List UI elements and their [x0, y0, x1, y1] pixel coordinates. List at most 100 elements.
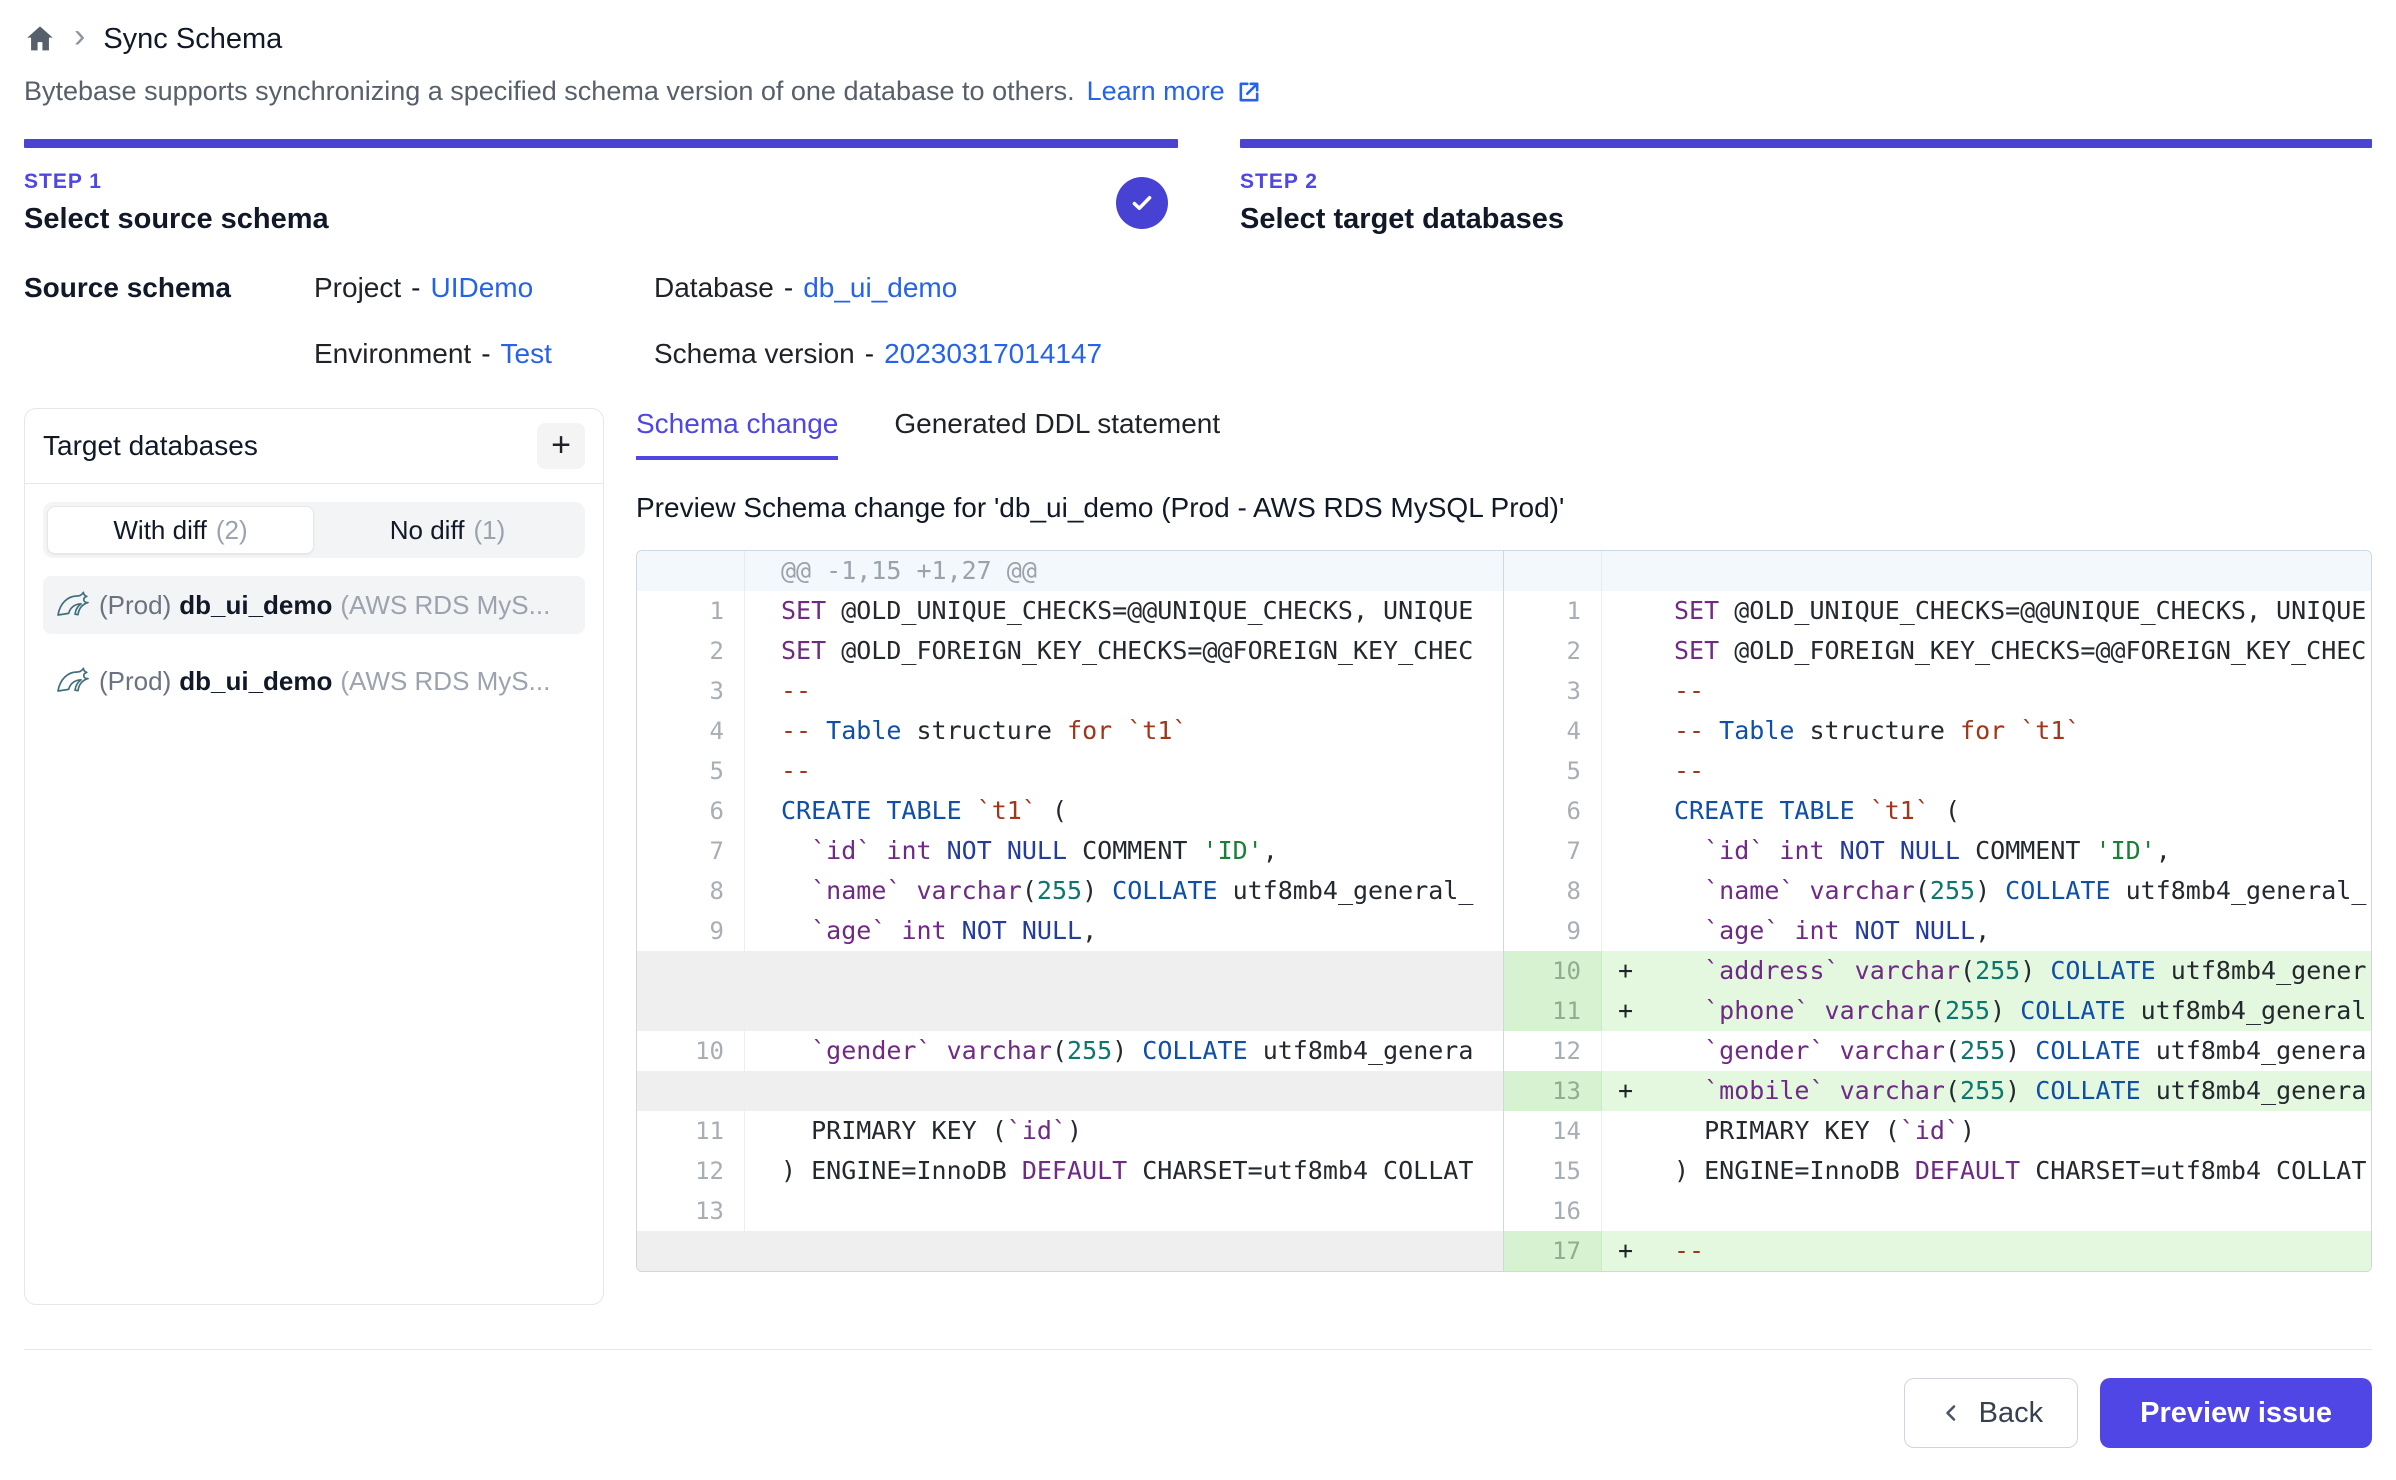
diff-line-number: 2 — [637, 631, 745, 671]
source-schema-label: Source schema — [24, 272, 314, 370]
step-1-title: Select source schema — [24, 203, 329, 236]
diff-added-marker — [1602, 911, 1654, 951]
diff-line-number: 5 — [1504, 751, 1602, 791]
diff-row: 4-- Table structure for `t1` — [637, 711, 1503, 751]
step-2: STEP 2 Select target databases — [1240, 139, 2372, 236]
db-environment: (Prod) — [99, 590, 171, 621]
db-name: db_ui_demo — [179, 666, 332, 697]
diff-code: `name` varchar(255) COLLATE utf8mb4_gene… — [745, 871, 1503, 911]
diff-line-number: 11 — [637, 1111, 745, 1151]
diff-added-marker — [1602, 591, 1654, 631]
diff-added-marker: + — [1602, 1231, 1654, 1271]
source-schema-section: Source schema Project-UIDemo Database-db… — [24, 272, 2372, 370]
tab-count: (2) — [216, 515, 248, 546]
diff-added-marker: + — [1602, 991, 1654, 1031]
schema-version-link[interactable]: 20230317014147 — [884, 338, 1102, 369]
tab-generated-ddl[interactable]: Generated DDL statement — [894, 408, 1220, 460]
tab-count: (1) — [473, 515, 505, 546]
diff-line-number: 1 — [1504, 591, 1602, 631]
diff-filter-tab-no-diff[interactable]: No diff(1) — [314, 506, 581, 554]
diff-code: SET @OLD_UNIQUE_CHECKS=@@UNIQUE_CHECKS, … — [745, 591, 1503, 631]
target-databases-panel: Target databases + With diff(2)No diff(1… — [24, 408, 604, 1305]
schema-preview-panel: Schema change Generated DDL statement Pr… — [636, 408, 2372, 1272]
preview-tabs: Schema change Generated DDL statement — [636, 408, 2372, 460]
step-complete-icon — [1116, 177, 1168, 229]
diff-line-number: 9 — [1504, 911, 1602, 951]
hunk-header: @@ -1,15 +1,27 @@ — [745, 551, 1503, 591]
footer-actions: Back Preview issue — [24, 1378, 2372, 1448]
target-database-list: (Prod)db_ui_demo(AWS RDS MyS... (Prod) db… — [25, 576, 603, 710]
description-text: Bytebase supports synchronizing a specif… — [24, 76, 1075, 107]
environment-link[interactable]: Test — [501, 338, 552, 369]
learn-more-link[interactable]: Learn more — [1087, 76, 1263, 107]
back-button[interactable]: Back — [1904, 1378, 2078, 1448]
diff-line-number: 16 — [1504, 1191, 1602, 1231]
diff-code: `phone` varchar(255) COLLATE utf8mb4_gen… — [1654, 991, 2371, 1031]
diff-line-number: 12 — [1504, 1031, 1602, 1071]
diff-row: 2SET @OLD_FOREIGN_KEY_CHECKS=@@FOREIGN_K… — [637, 631, 1503, 671]
diff-row: 17+-- — [1504, 1231, 2371, 1271]
diff-row: 11 PRIMARY KEY (`id`) — [637, 1111, 1503, 1151]
step-1: STEP 1 Select source schema — [24, 139, 1178, 236]
breadcrumb-chevron-icon: › — [74, 19, 85, 59]
diff-line-number: 7 — [637, 831, 745, 871]
diff-code: `age` int NOT NULL, — [745, 911, 1503, 951]
diff-code: -- Table structure for `t1` — [1654, 711, 2371, 751]
diff-code: ) ENGINE=InnoDB DEFAULT CHARSET=utf8mb4 … — [745, 1151, 1503, 1191]
diff-added-marker — [1602, 831, 1654, 871]
target-database-item[interactable]: (Prod)db_ui_demo(AWS RDS MyS... — [43, 652, 585, 710]
diff-line-number: 8 — [637, 871, 745, 911]
diff-code: CREATE TABLE `t1` ( — [745, 791, 1503, 831]
diff-row: 11+ `phone` varchar(255) COLLATE utf8mb4… — [1504, 991, 2371, 1031]
step-2-title: Select target databases — [1240, 203, 1564, 236]
page-description: Bytebase supports synchronizing a specif… — [24, 76, 2372, 107]
diff-code: ) ENGINE=InnoDB DEFAULT CHARSET=utf8mb4 … — [1654, 1151, 2371, 1191]
diff-line-number: 17 — [1504, 1231, 1602, 1271]
diff-filter-tab-with-diff[interactable]: With diff(2) — [47, 506, 314, 554]
db-environment: (Prod) — [99, 666, 171, 697]
diff-code: PRIMARY KEY (`id`) — [745, 1111, 1503, 1151]
diff-row: 1SET @OLD_UNIQUE_CHECKS=@@UNIQUE_CHECKS,… — [637, 591, 1503, 631]
add-database-button[interactable]: + — [537, 423, 585, 469]
diff-pane-source: @@ -1,15 +1,27 @@ 1SET @OLD_UNIQUE_CHECK… — [637, 551, 1504, 1271]
diff-line-number: 13 — [637, 1191, 745, 1231]
diff-row — [637, 951, 1503, 991]
diff-added-marker: + — [1602, 1071, 1654, 1111]
footer-divider — [24, 1349, 2372, 1350]
diff-added-marker — [1602, 711, 1654, 751]
step-1-progress-bar — [24, 139, 1178, 148]
database-link[interactable]: db_ui_demo — [803, 272, 957, 303]
diff-code: -- — [1654, 751, 2371, 791]
diff-code: -- — [745, 751, 1503, 791]
diff-added-marker — [1602, 1111, 1654, 1151]
home-icon[interactable] — [24, 23, 56, 55]
source-project-field: Project-UIDemo — [314, 272, 654, 304]
diff-added-marker — [1602, 671, 1654, 711]
diff-line-number: 7 — [1504, 831, 1602, 871]
diff-row: 13 — [637, 1191, 1503, 1231]
diff-row: 6CREATE TABLE `t1` ( — [637, 791, 1503, 831]
diff-row: 5 -- — [1504, 751, 2371, 791]
diff-line-number: 3 — [1504, 671, 1602, 711]
diff-code: `mobile` varchar(255) COLLATE utf8mb4_ge… — [1654, 1071, 2371, 1111]
step-1-label: STEP 1 — [24, 170, 329, 194]
diff-code: `age` int NOT NULL, — [1654, 911, 2371, 951]
preview-issue-button[interactable]: Preview issue — [2100, 1378, 2372, 1448]
target-databases-title: Target databases — [43, 430, 258, 462]
diff-line-number: 1 — [637, 591, 745, 631]
breadcrumb: › Sync Schema — [24, 16, 2372, 62]
diff-row: 8 `name` varchar(255) COLLATE utf8mb4_ge… — [1504, 871, 2371, 911]
diff-added-marker — [1602, 751, 1654, 791]
tab-schema-change[interactable]: Schema change — [636, 408, 838, 460]
diff-code: SET @OLD_FOREIGN_KEY_CHECKS=@@FOREIGN_KE… — [1654, 631, 2371, 671]
target-database-item[interactable]: (Prod)db_ui_demo(AWS RDS MyS... — [43, 576, 585, 634]
chevron-left-icon — [1939, 1401, 1963, 1425]
diff-pane-target: 1SET @OLD_UNIQUE_CHECKS=@@UNIQUE_CHECKS,… — [1504, 551, 2371, 1271]
diff-code: CREATE TABLE `t1` ( — [1654, 791, 2371, 831]
diff-row: 6CREATE TABLE `t1` ( — [1504, 791, 2371, 831]
project-link[interactable]: UIDemo — [430, 272, 533, 303]
diff-row: 8 `name` varchar(255) COLLATE utf8mb4_ge… — [637, 871, 1503, 911]
diff-code: `address` varchar(255) COLLATE utf8mb4_g… — [1654, 951, 2371, 991]
schema-diff-viewer: @@ -1,15 +1,27 @@ 1SET @OLD_UNIQUE_CHECK… — [636, 550, 2372, 1272]
preview-title: Preview Schema change for 'db_ui_demo (P… — [636, 492, 2372, 524]
